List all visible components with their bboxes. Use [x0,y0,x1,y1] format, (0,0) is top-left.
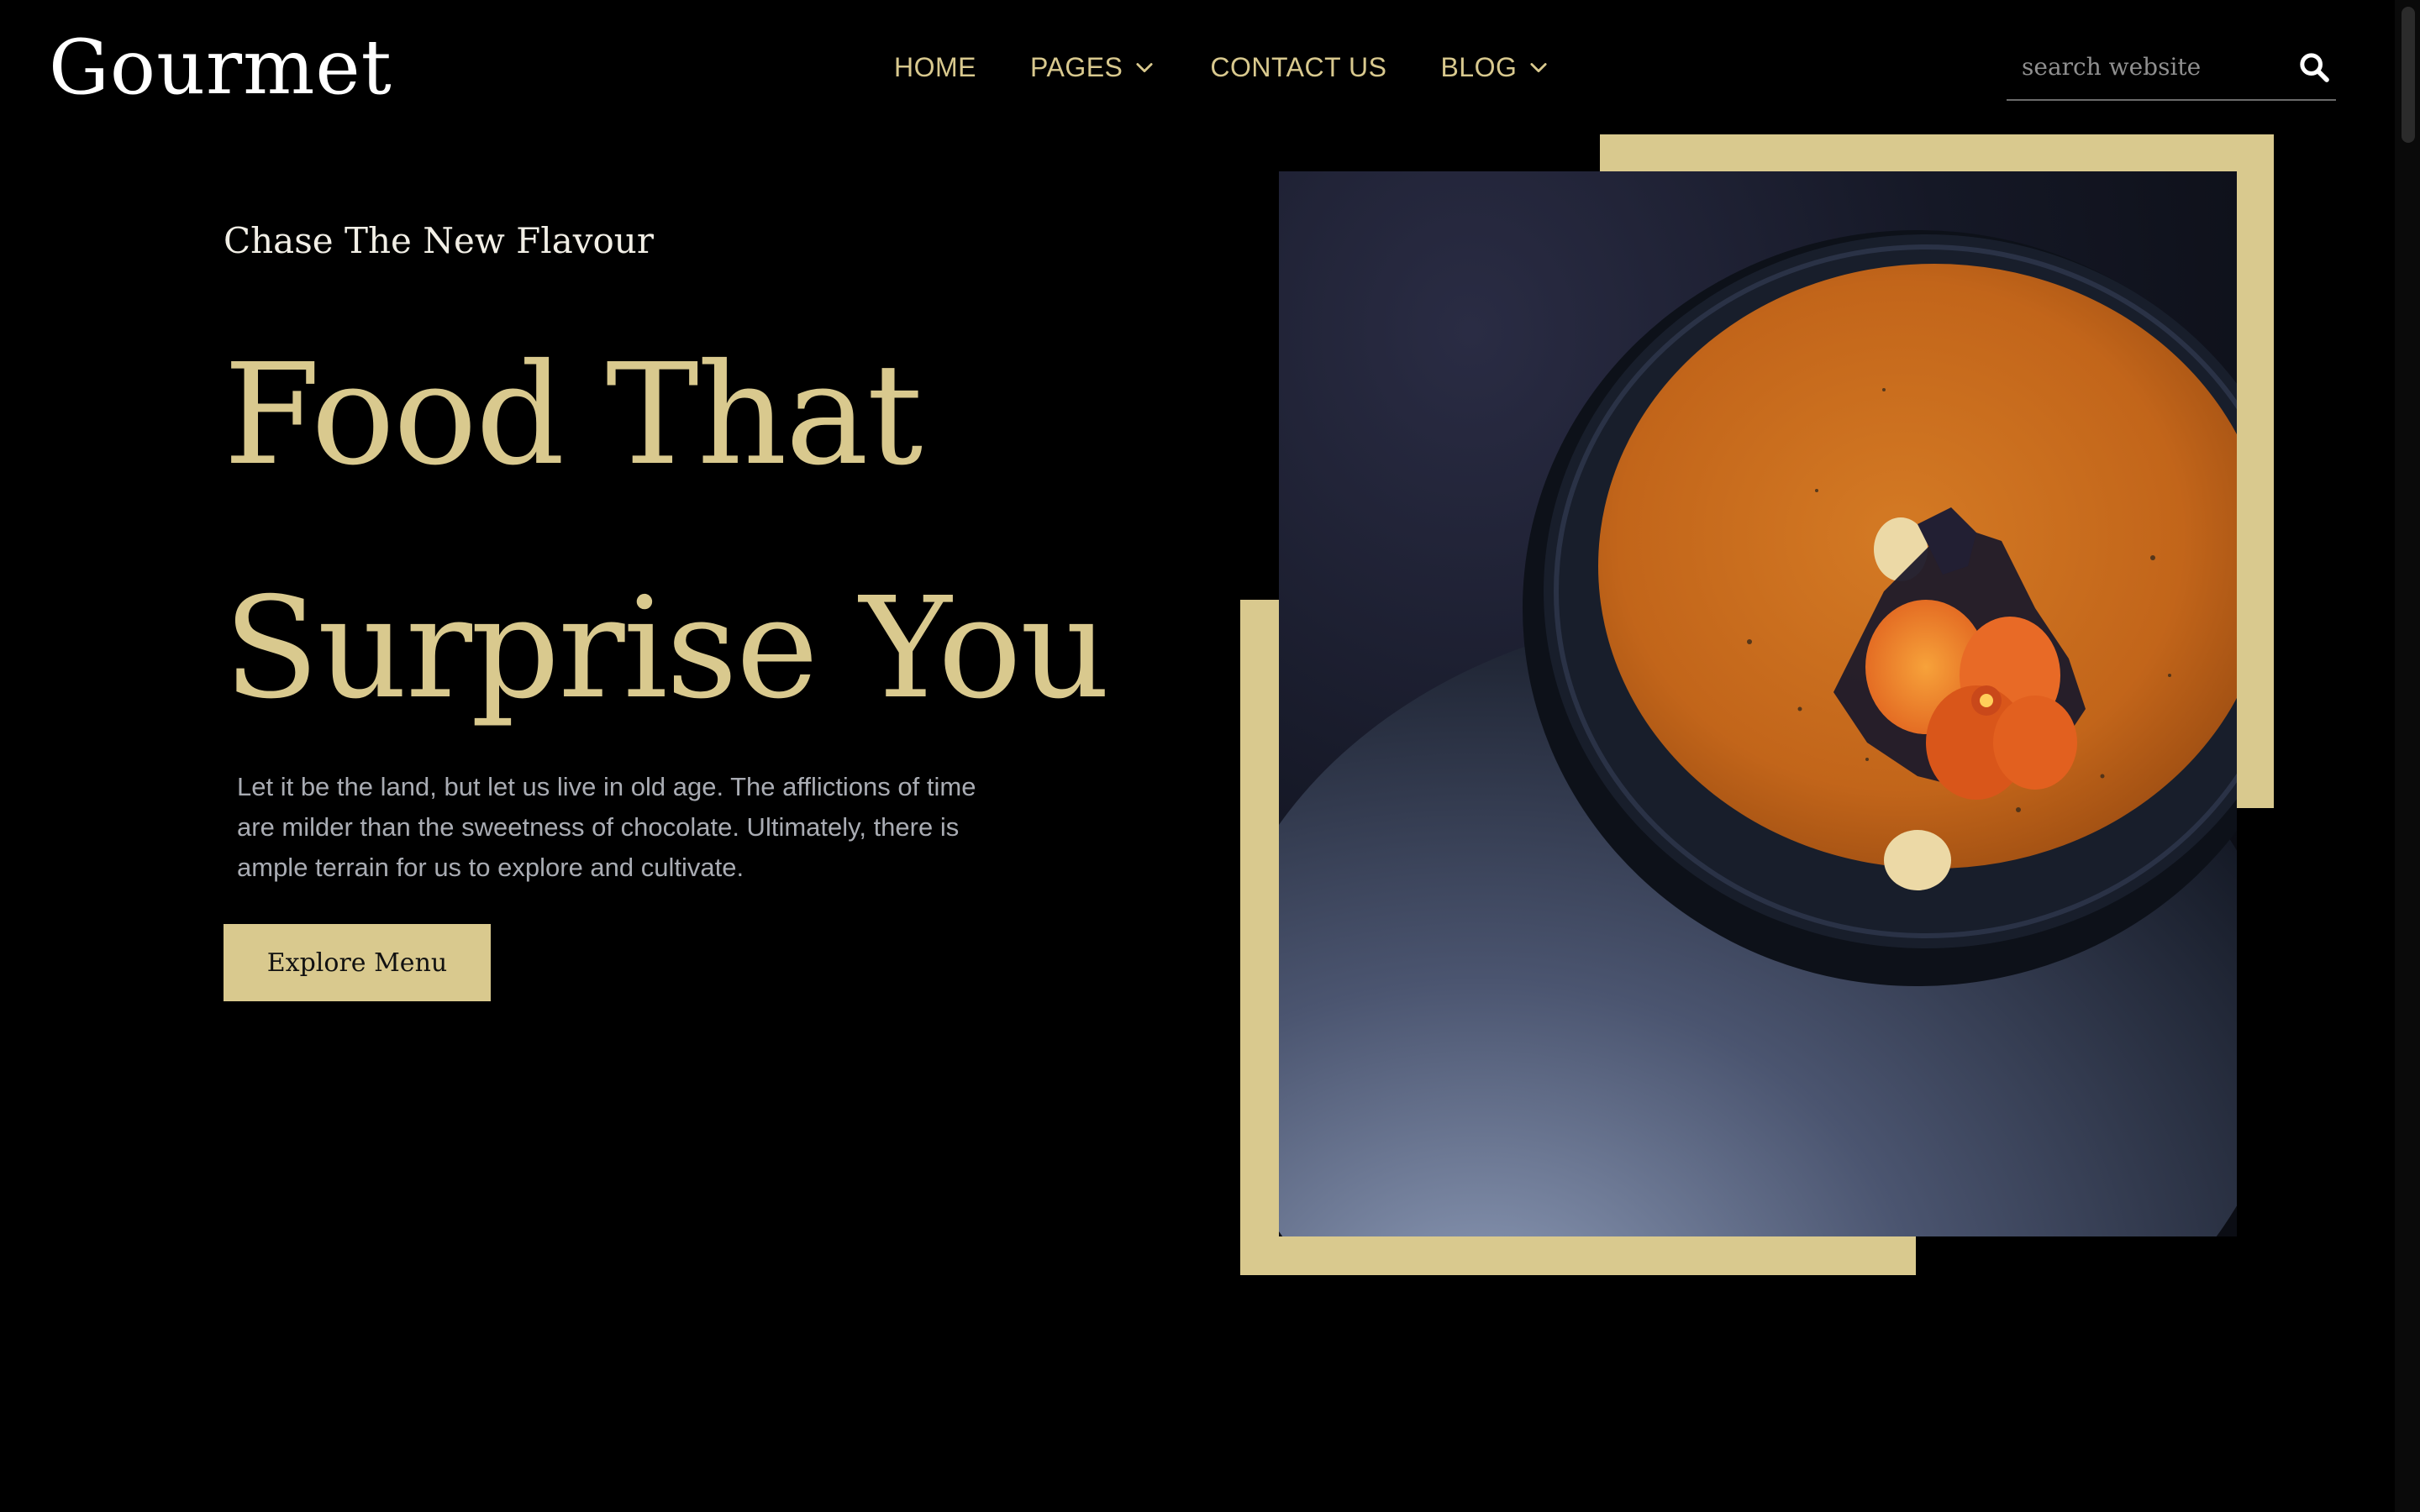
soup-bowl-illustration [1279,171,2237,1236]
nav-item-pages-label: PAGES [1030,51,1123,82]
soup-bowl-photo [1279,171,2237,1236]
hero-eyebrow: Chase The New Flavour [224,220,654,261]
search-box [2007,34,2336,101]
chevron-down-icon [1136,63,1153,73]
search-input[interactable] [2020,45,2289,87]
chevron-down-icon [1530,63,1547,73]
main-nav: HOME PAGES CONTACT US BLOG [894,40,1550,94]
nav-item-pages[interactable]: PAGES [1030,40,1156,94]
hero-headline: Food That Surprise You [224,299,1110,766]
search-icon[interactable] [2297,50,2331,84]
nav-item-home-label: HOME [894,51,976,82]
nav-item-blog-label: BLOG [1440,51,1518,82]
nav-item-contact-us[interactable]: CONTACT US [1210,40,1386,94]
site-logo[interactable]: Gourmet [49,22,392,114]
page: Gourmet HOME PAGES CONTACT US BLOG Chase [0,0,2420,1512]
hero-headline-line-2: Surprise You [224,568,1110,730]
nav-item-home[interactable]: HOME [894,40,976,94]
explore-menu-button[interactable]: Explore Menu [224,924,491,1001]
page-scrollbar[interactable] [2395,0,2420,1512]
nav-item-contact-us-label: CONTACT US [1210,51,1387,82]
nav-item-blog[interactable]: BLOG [1440,40,1550,94]
hero-headline-line-1: Food That [224,334,923,496]
scrollbar-thumb[interactable] [2402,7,2415,143]
hero-description: Let it be the land, but let us live in o… [237,772,976,882]
